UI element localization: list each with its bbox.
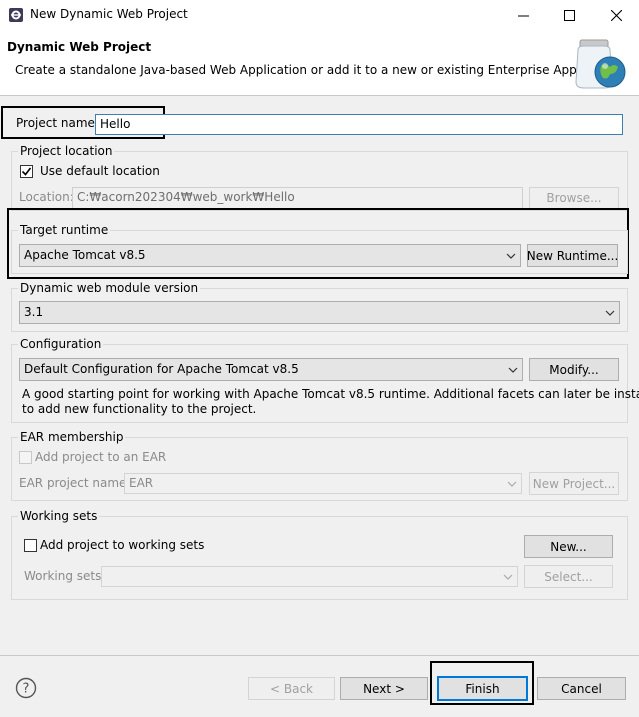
use-default-location-label: Use default location bbox=[40, 164, 160, 178]
select-working-sets-button[interactable]: Select... bbox=[524, 565, 613, 588]
chevron-down-icon bbox=[503, 567, 513, 586]
chevron-down-icon bbox=[507, 474, 517, 493]
maximize-button[interactable] bbox=[546, 0, 592, 30]
modify-button[interactable]: Modify... bbox=[529, 358, 619, 381]
help-button[interactable]: ? bbox=[15, 677, 37, 699]
add-to-working-sets-checkbox[interactable] bbox=[24, 539, 37, 552]
location-label: Location: bbox=[19, 190, 74, 204]
configuration-group-label: Configuration bbox=[18, 337, 104, 351]
svg-text:?: ? bbox=[23, 682, 30, 697]
module-version-select[interactable]: 3.1 bbox=[19, 301, 620, 324]
use-default-location-checkbox[interactable] bbox=[20, 165, 33, 178]
configuration-select[interactable]: Default Configuration for Apache Tomcat … bbox=[19, 358, 523, 381]
add-to-ear-checkbox[interactable] bbox=[19, 451, 32, 464]
module-version-group-label: Dynamic web module version bbox=[18, 281, 201, 295]
configuration-description-line2: to add new functionality to the project. bbox=[22, 402, 257, 416]
target-runtime-select[interactable]: Apache Tomcat v8.5 bbox=[19, 244, 521, 267]
close-button[interactable] bbox=[593, 0, 639, 30]
working-sets-label: Working sets: bbox=[24, 569, 106, 583]
next-button[interactable]: Next > bbox=[340, 677, 428, 700]
ear-project-name-select[interactable]: EAR bbox=[124, 473, 522, 494]
target-runtime-group-label: Target runtime bbox=[18, 223, 111, 237]
new-ear-project-button[interactable]: New Project... bbox=[529, 472, 619, 495]
add-to-working-sets-label: Add project to working sets bbox=[40, 538, 205, 552]
project-name-label: Project name: bbox=[16, 116, 99, 130]
page-description: Create a standalone Java-based Web Appli… bbox=[15, 63, 625, 77]
location-input[interactable]: C:₩acorn202304₩web_work₩Hello bbox=[72, 187, 523, 209]
window-title: New Dynamic Web Project bbox=[30, 7, 188, 21]
new-working-set-button[interactable]: New... bbox=[524, 535, 613, 558]
chevron-down-icon bbox=[506, 245, 516, 266]
maximize-icon bbox=[563, 9, 575, 21]
configuration-description-line1: A good starting point for working with A… bbox=[22, 387, 639, 401]
minimize-icon bbox=[517, 15, 529, 16]
module-version-selected: 3.1 bbox=[24, 305, 44, 319]
page-title: Dynamic Web Project bbox=[7, 40, 152, 54]
close-icon bbox=[610, 9, 622, 21]
ear-membership-group-label: EAR membership bbox=[18, 430, 126, 444]
finish-button[interactable]: Finish bbox=[437, 676, 528, 701]
browse-button[interactable]: Browse... bbox=[529, 187, 619, 209]
web-project-jar-icon bbox=[575, 39, 626, 89]
back-button[interactable]: < Back bbox=[248, 677, 335, 700]
new-runtime-button[interactable]: New Runtime... bbox=[527, 244, 618, 267]
working-sets-select[interactable] bbox=[101, 566, 518, 587]
footer-divider bbox=[0, 655, 639, 656]
configuration-selected: Default Configuration for Apache Tomcat … bbox=[24, 362, 299, 376]
cancel-button[interactable]: Cancel bbox=[537, 677, 626, 700]
ear-project-name-value: EAR bbox=[129, 476, 154, 490]
add-to-ear-label: Add project to an EAR bbox=[35, 450, 167, 464]
chevron-down-icon bbox=[508, 359, 518, 380]
check-mark-icon bbox=[21, 167, 32, 176]
ear-project-name-label: EAR project name: bbox=[19, 476, 131, 490]
minimize-button[interactable] bbox=[500, 0, 546, 30]
project-name-input[interactable]: Hello bbox=[95, 114, 623, 135]
working-sets-group-label: Working sets bbox=[18, 509, 100, 523]
target-runtime-selected: Apache Tomcat v8.5 bbox=[24, 248, 146, 262]
eclipse-app-icon bbox=[9, 8, 23, 22]
project-location-group-label: Project location bbox=[18, 144, 115, 158]
help-icon: ? bbox=[15, 677, 37, 699]
chevron-down-icon bbox=[605, 302, 615, 323]
